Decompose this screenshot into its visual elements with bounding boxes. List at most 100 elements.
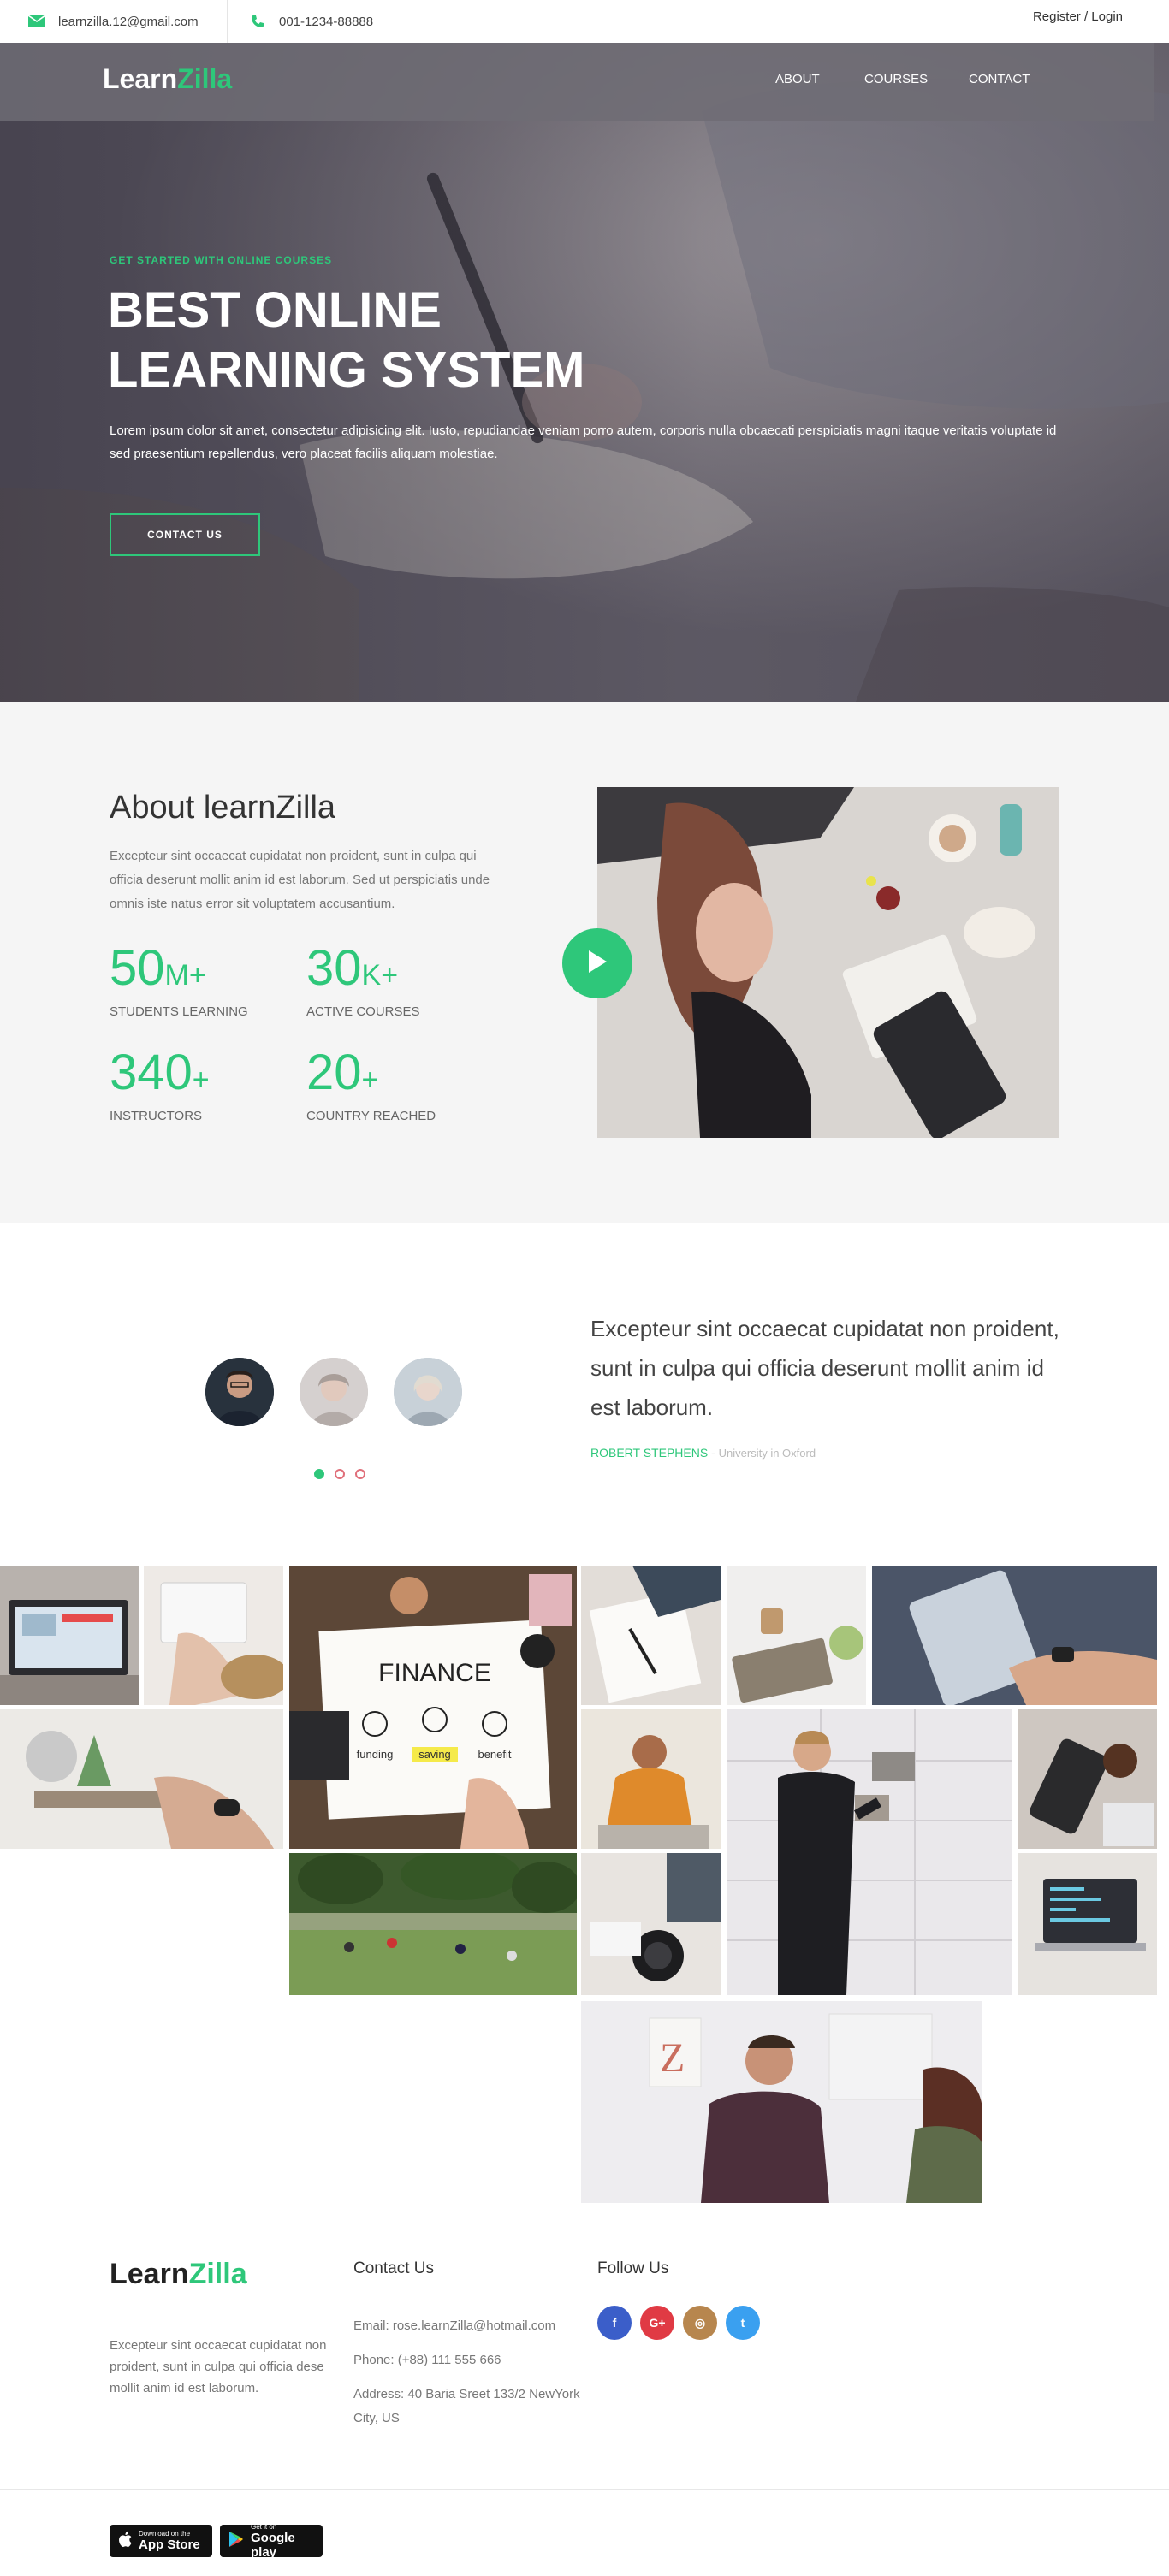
testimonial-section: Excepteur sint occaecat cupidatat non pr…: [0, 1223, 1169, 1566]
footer-contact-heading: Contact Us: [353, 2259, 434, 2277]
gallery-image-finance[interactable]: FINANCE funding saving benefit: [289, 1566, 577, 1849]
footer-about-text: Excepteur sint occaecat cupidatat non pr…: [110, 2338, 327, 2395]
topbar-phone[interactable]: 001-1234-88888: [248, 0, 373, 43]
google-play-badge[interactable]: Get it on Google play: [220, 2523, 323, 2560]
footer-logo-zilla: Zilla: [188, 2258, 247, 2290]
author-role: University in Oxford: [718, 1447, 816, 1460]
footer-divider: [0, 2489, 1169, 2490]
finance-word-saving: saving: [418, 1748, 451, 1761]
gallery-image-tablet-hands[interactable]: [872, 1566, 1157, 1705]
finance-caption: FINANCE: [378, 1659, 491, 1687]
hero-section: LearnZilla ABOUT COURSES CONTACT GET STA…: [0, 43, 1169, 702]
stat-students: 50M+ STUDENTS LEARNING: [110, 940, 248, 1020]
gallery-image-laptop[interactable]: [0, 1566, 139, 1705]
about-video-thumbnail[interactable]: [597, 787, 1059, 1138]
top-bar: learnzilla.12@gmail.com 001-1234-88888 R…: [0, 0, 1169, 43]
about-section: About learnZilla Excepteur sint occaecat…: [0, 702, 1169, 1223]
stat-label: ACTIVE COURSES: [306, 1004, 420, 1019]
testimonial-avatar-2[interactable]: [300, 1358, 368, 1426]
gallery-image-phone-coffee[interactable]: [1018, 1709, 1157, 1849]
topbar-email-text: learnzilla.12@gmail.com: [58, 14, 199, 29]
instagram-icon[interactable]: ◎: [683, 2306, 717, 2340]
testimonial-avatar-1[interactable]: [205, 1358, 274, 1426]
topbar-email[interactable]: learnzilla.12@gmail.com: [27, 0, 199, 43]
register-login-link[interactable]: Register / Login: [1033, 9, 1123, 24]
site-logo[interactable]: LearnZilla: [103, 63, 232, 95]
finance-word-benefit: benefit: [478, 1748, 511, 1761]
stat-value: 50: [110, 940, 165, 996]
stat-value: 30: [306, 940, 362, 996]
google-play-big: Google play: [251, 2530, 295, 2560]
gallery-image-woman-reading[interactable]: [581, 1709, 721, 1849]
contact-us-button[interactable]: CONTACT US: [110, 513, 260, 556]
app-store-small: Download on the: [139, 2530, 191, 2538]
testimonial-author: ROBERT STEPHENS - University in Oxford: [590, 1446, 816, 1460]
finance-word-funding: funding: [357, 1748, 394, 1761]
app-store-badge[interactable]: Download on the App Store: [110, 2525, 212, 2557]
stat-unit: M+: [164, 959, 206, 992]
play-icon: [586, 949, 608, 979]
nav-about[interactable]: ABOUT: [775, 72, 820, 86]
hero-description: Lorem ipsum dolor sit amet, consectetur …: [110, 423, 1057, 461]
google-play-small: Get it on: [251, 2522, 277, 2531]
topbar-phone-text: 001-1234-88888: [279, 14, 374, 29]
hero-title: BEST ONLINE LEARNING SYSTEM: [108, 281, 707, 400]
footer-phone: Phone: (+88) 111 555 666: [353, 2353, 501, 2367]
footer-email[interactable]: Email: rose.learnZilla@hotmail.com: [353, 2314, 584, 2338]
svg-text:Z: Z: [660, 2035, 685, 2081]
app-store-big: App Store: [139, 2538, 200, 2552]
gallery-image-signing[interactable]: [581, 1566, 721, 1705]
stat-unit: +: [192, 1063, 210, 1096]
gallery-image-camera[interactable]: [581, 1853, 721, 1995]
apple-icon: [118, 2531, 132, 2552]
google-play-text: Get it on Google play: [251, 2523, 314, 2560]
stat-courses: 30K+ ACTIVE COURSES: [306, 940, 420, 1020]
nav-contact[interactable]: CONTACT: [969, 72, 1030, 86]
about-title: About learnZilla: [110, 790, 336, 826]
testimonial-quote: Excepteur sint occaecat cupidatat non pr…: [590, 1316, 1059, 1420]
facebook-icon[interactable]: f: [597, 2306, 632, 2340]
stat-label: COUNTRY REACHED: [306, 1109, 436, 1123]
topbar-divider: [227, 0, 228, 43]
gallery-image-workspace[interactable]: [0, 1709, 283, 1849]
google-plus-icon[interactable]: G+: [640, 2306, 674, 2340]
footer-address: Address: 40 Baria Sreet 133/2 NewYork Ci…: [353, 2387, 580, 2425]
stat-countries: 20+ COUNTRY REACHED: [306, 1045, 436, 1124]
about-description: Excepteur sint occaecat cupidatat non pr…: [110, 849, 490, 911]
gallery-image-notebook[interactable]: [727, 1566, 866, 1705]
gallery-image-man-whiteboard[interactable]: [727, 1709, 1012, 1995]
google-play-icon: [228, 2531, 244, 2552]
phone-icon: [248, 15, 267, 28]
gallery-image-classroom[interactable]: Z: [581, 2001, 982, 2203]
gallery-image-laptop-code[interactable]: [1018, 1853, 1157, 1995]
carousel-dot-3[interactable]: [355, 1469, 365, 1479]
stat-instructors: 340+ INSTRUCTORS: [110, 1045, 210, 1124]
carousel-dot-1[interactable]: [314, 1469, 324, 1479]
main-navbar: LearnZilla ABOUT COURSES CONTACT: [0, 43, 1154, 121]
gallery-image-writing-glasses[interactable]: [144, 1566, 283, 1705]
carousel-dot-2[interactable]: [335, 1469, 345, 1479]
stat-unit: +: [361, 1063, 379, 1096]
stat-label: INSTRUCTORS: [110, 1109, 203, 1123]
app-store-text: Download on the App Store: [139, 2530, 200, 2552]
footer-follow-heading: Follow Us: [597, 2259, 669, 2277]
photo-gallery: FINANCE funding saving benefit Z: [0, 1566, 1169, 2203]
stat-unit: K+: [361, 959, 399, 992]
play-video-button[interactable]: [562, 928, 632, 998]
logo-text-zilla: Zilla: [177, 63, 233, 94]
nav-courses[interactable]: COURSES: [864, 72, 928, 86]
stat-value: 20: [306, 1045, 362, 1100]
logo-text-learn: Learn: [103, 63, 178, 94]
testimonial-avatar-3[interactable]: [394, 1358, 462, 1426]
envelope-icon: [27, 15, 46, 28]
author-separator: -: [708, 1446, 719, 1460]
footer-logo[interactable]: LearnZilla: [110, 2258, 247, 2291]
hero-tagline: GET STARTED WITH ONLINE COURSES: [110, 254, 333, 266]
twitter-icon[interactable]: t: [726, 2306, 760, 2340]
stat-label: STUDENTS LEARNING: [110, 1004, 248, 1019]
site-footer: LearnZilla Excepteur sint occaecat cupid…: [0, 2203, 1169, 2573]
footer-logo-learn: Learn: [110, 2258, 189, 2290]
hero-title-line2: LEARNING SYSTEM: [108, 342, 585, 398]
gallery-image-park[interactable]: [289, 1853, 577, 1995]
stat-value: 340: [110, 1045, 193, 1100]
